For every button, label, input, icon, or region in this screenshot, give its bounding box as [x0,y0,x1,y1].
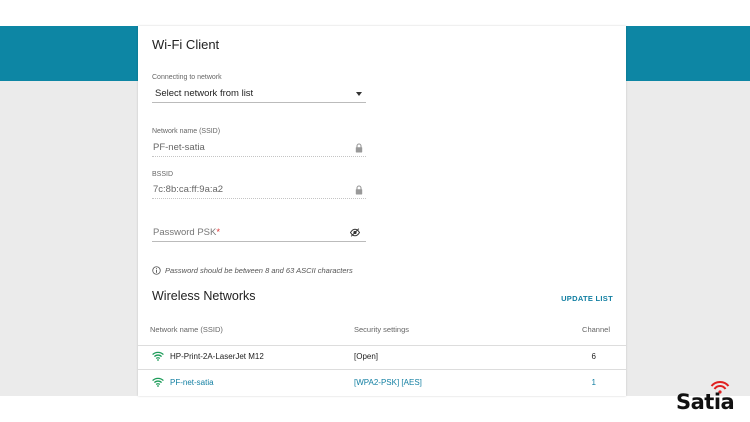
bottom-bar [0,396,750,422]
top-bar [0,0,750,26]
row-channel: 6 [591,352,596,361]
update-list-button[interactable]: UPDATE LIST [561,294,613,303]
wifi-client-panel: Wi-Fi Client Connecting to network Selec… [138,26,626,396]
caret-down-icon [356,92,362,96]
lock-icon [355,143,363,153]
ssid-label: Network name (SSID) [152,128,221,135]
ssid-field: PF-net-satia [152,139,366,157]
table-row[interactable]: HP-Print-2A-LaserJet M12 [Open] 6 [138,346,626,370]
wifi-icon [152,351,164,361]
bssid-label: BSSID [152,171,174,178]
network-select[interactable]: Select network from list [152,85,366,103]
bssid-value: 7c:8b:ca:ff:9a:a2 [153,184,224,195]
network-select-value: Select network from list [155,88,254,99]
logo-text: Satia [676,390,735,414]
column-header-ssid: Network name (SSID) [150,325,223,334]
eye-off-icon[interactable] [350,228,360,237]
bssid-field: 7c:8b:ca:ff:9a:a2 [152,181,366,199]
connecting-label: Connecting to network [152,74,222,81]
required-mark: * [216,227,221,238]
row-security: [WPA2-PSK] [AES] [354,378,422,387]
column-header-security: Security settings [354,325,410,334]
hint-text: Password should be between 8 and 63 ASCI… [165,266,353,275]
table-row-selected[interactable]: PF-net-satia [WPA2-PSK] [AES] 1 [138,372,626,396]
column-header-channel: Channel [582,325,610,334]
password-hint: Password should be between 8 and 63 ASCI… [152,266,353,275]
wireless-networks-title: Wireless Networks [152,289,256,303]
row-ssid: PF-net-satia [170,378,214,387]
row-divider [138,369,626,370]
lock-icon [355,185,363,195]
panel-title: Wi-Fi Client [152,37,220,52]
ssid-value: PF-net-satia [153,142,205,153]
satia-logo: Satia [676,380,746,420]
row-security: [Open] [354,352,379,361]
row-ssid: HP-Print-2A-LaserJet M12 [170,352,264,361]
wifi-lock-icon [152,377,164,387]
row-channel: 1 [591,378,596,387]
info-icon [152,266,161,275]
password-placeholder: Password PSK* [153,227,221,238]
password-field[interactable]: Password PSK* [152,224,366,242]
